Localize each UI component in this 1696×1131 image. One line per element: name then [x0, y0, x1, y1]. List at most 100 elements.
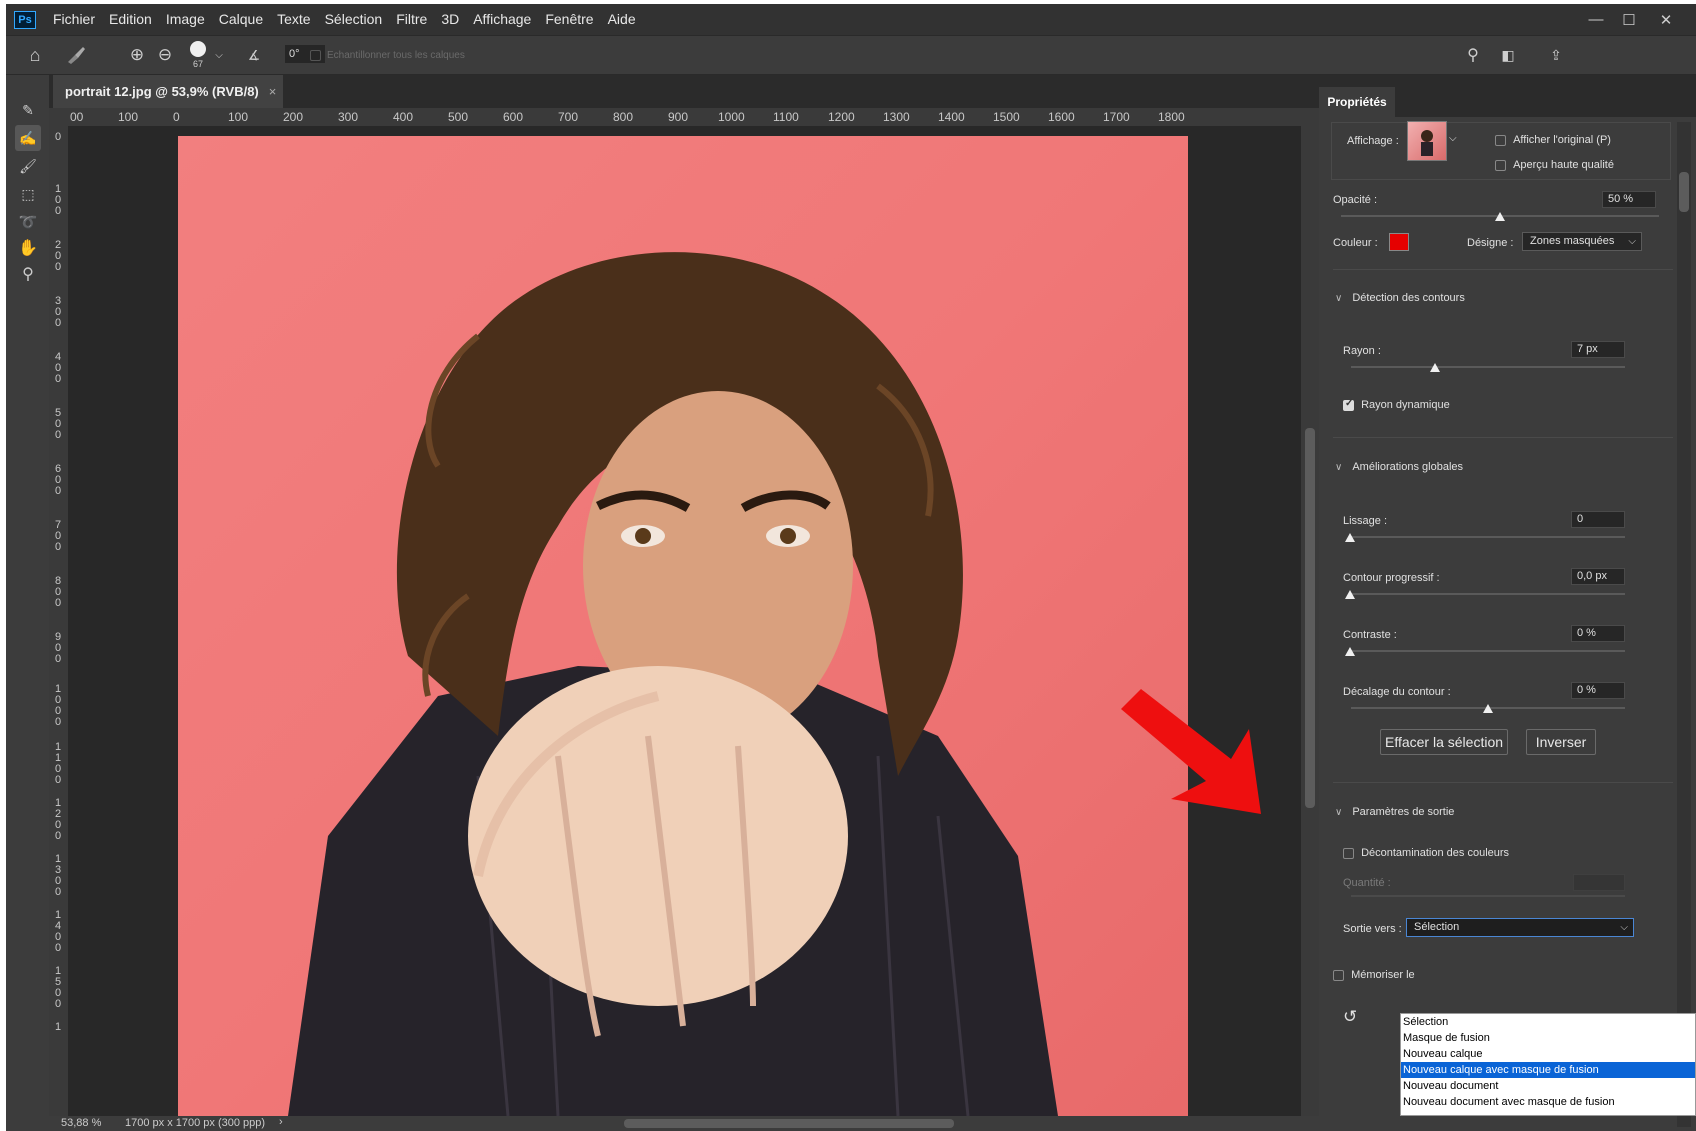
high-quality-checkbox[interactable] — [1495, 159, 1506, 171]
opacity-field[interactable]: 50 % — [1602, 191, 1656, 208]
lasso-tool-icon[interactable]: ➰ — [15, 209, 41, 235]
close-button[interactable]: ✕ — [1646, 4, 1686, 35]
dropdown-option-new-layer-with-mask[interactable]: Nouveau calque avec masque de fusion — [1401, 1062, 1695, 1078]
radius-slider[interactable] — [1351, 366, 1625, 368]
close-tab-icon[interactable]: × — [269, 84, 277, 99]
search-icon[interactable]: ⚲ — [1461, 36, 1485, 74]
radius-slider-thumb[interactable] — [1430, 363, 1440, 372]
object-selection-tool-icon[interactable]: ⬚ — [15, 181, 41, 207]
remember-settings-option[interactable]: Mémoriser le — [1333, 969, 1415, 981]
menu-edition[interactable]: Edition — [102, 4, 159, 35]
share-icon[interactable]: ⇪ — [1544, 36, 1568, 74]
hand-tool-icon[interactable]: ✋ — [15, 235, 41, 261]
panel-scrollbar[interactable] — [1677, 122, 1691, 1127]
dropdown-option-new-document-with-mask[interactable]: Nouveau document avec masque de fusion — [1401, 1094, 1695, 1110]
output-to-select[interactable]: Sélection ⌵ — [1406, 918, 1634, 937]
show-original-checkbox[interactable] — [1495, 134, 1506, 146]
ruler-label: 0 — [173, 110, 180, 124]
decontaminate-option[interactable]: Décontamination des couleurs — [1343, 847, 1509, 859]
menu-selection[interactable]: Sélection — [318, 4, 390, 35]
maximize-button[interactable]: ☐ — [1609, 4, 1649, 35]
output-settings-section[interactable]: ∨ Paramètres de sortie — [1335, 806, 1454, 818]
smart-radius-checkbox[interactable] — [1343, 398, 1354, 411]
angle-icon: ∡ — [247, 46, 261, 63]
document-tab[interactable]: portrait 12.jpg @ 53,9% (RVB/8) × — [53, 75, 283, 108]
sample-all-layers-checkbox[interactable] — [310, 49, 321, 61]
vertical-scrollbar-thumb[interactable] — [1305, 428, 1315, 808]
chevron-down-icon[interactable]: ⌵ — [1449, 133, 1457, 144]
refine-edge-brush-icon[interactable]: ✍ — [15, 125, 41, 151]
edge-detection-section[interactable]: ∨ Détection des contours — [1335, 292, 1465, 304]
dropdown-option-new-layer[interactable]: Nouveau calque — [1401, 1046, 1695, 1062]
contrast-slider[interactable] — [1351, 650, 1625, 652]
high-quality-option[interactable]: Aperçu haute qualité — [1495, 159, 1614, 171]
ruler-label: 1100 — [773, 110, 799, 124]
menu-image[interactable]: Image — [159, 4, 212, 35]
menu-filtre[interactable]: Filtre — [389, 4, 434, 35]
tab-properties[interactable]: Propriétés — [1319, 87, 1395, 117]
shift-edge-slider-thumb[interactable] — [1483, 704, 1493, 713]
chevron-right-icon[interactable]: › — [279, 1116, 283, 1128]
menu-calque[interactable]: Calque — [212, 4, 270, 35]
add-to-selection-icon[interactable]: ⊕ — [126, 36, 148, 74]
vertical-scrollbar[interactable] — [1301, 108, 1319, 1116]
menu-3d[interactable]: 3D — [434, 4, 466, 35]
opacity-slider-thumb[interactable] — [1495, 212, 1505, 221]
clear-selection-button[interactable]: Effacer la sélection — [1380, 729, 1508, 755]
smart-radius-option[interactable]: Rayon dynamique — [1343, 398, 1450, 411]
horizontal-scrollbar-thumb[interactable] — [624, 1119, 954, 1128]
zoom-tool-icon[interactable]: ⚲ — [15, 261, 41, 287]
dropdown-option-selection[interactable]: Sélection — [1401, 1014, 1695, 1030]
remember-settings-checkbox[interactable] — [1333, 969, 1344, 981]
smooth-slider-thumb[interactable] — [1345, 533, 1355, 542]
global-refinements-title: Améliorations globales — [1352, 461, 1463, 473]
shift-edge-field[interactable]: 0 % — [1571, 682, 1625, 699]
contrast-field[interactable]: 0 % — [1571, 625, 1625, 642]
feather-field[interactable]: 0,0 px — [1571, 568, 1625, 585]
reset-icon[interactable]: ↺ — [1343, 1007, 1357, 1027]
status-bar: 53,88 % 1700 px x 1700 px (300 ppp) › — [49, 1116, 1319, 1131]
panel-scrollbar-thumb[interactable] — [1679, 172, 1689, 212]
decontaminate-checkbox[interactable] — [1343, 847, 1354, 859]
dropdown-option-new-document[interactable]: Nouveau document — [1401, 1078, 1695, 1094]
dropdown-option-layer-mask[interactable]: Masque de fusion — [1401, 1030, 1695, 1046]
show-original-option[interactable]: Afficher l'original (P) — [1495, 134, 1611, 146]
designate-select[interactable]: Zones masquées ⌵ — [1522, 232, 1642, 251]
brush-preset-icon[interactable] — [62, 36, 90, 74]
feather-slider-thumb[interactable] — [1345, 590, 1355, 599]
menu-fichier[interactable]: Fichier — [46, 4, 102, 35]
canvas-area[interactable] — [68, 126, 1301, 1116]
chevron-down-icon[interactable]: ⌵ — [212, 36, 226, 74]
smooth-field[interactable]: 0 — [1571, 511, 1625, 528]
ruler-label: 300 — [338, 110, 359, 124]
feather-slider[interactable] — [1351, 593, 1625, 595]
menu-affichage[interactable]: Affichage — [466, 4, 538, 35]
brush-tool-icon[interactable]: 🖌 — [15, 153, 41, 179]
view-mode-thumbnail[interactable] — [1407, 121, 1447, 161]
menu-texte[interactable]: Texte — [270, 4, 317, 35]
contrast-slider-thumb[interactable] — [1345, 647, 1355, 656]
workspace-icon[interactable]: ◧ — [1494, 36, 1522, 74]
menu-aide[interactable]: Aide — [601, 4, 643, 35]
designate-value: Zones masquées — [1530, 235, 1615, 247]
ruler-label: 1100 — [54, 741, 62, 786]
photoshop-logo: Ps — [14, 10, 36, 29]
quick-selection-tool-icon[interactable]: ✎ — [15, 97, 41, 123]
options-bar: ⌂ ⊕ ⊖ 67 ⌵ ∡ 0° Echantillonner tous les … — [6, 35, 1696, 75]
menu-fenetre[interactable]: Fenêtre — [538, 4, 600, 35]
global-refinements-section[interactable]: ∨ Améliorations globales — [1335, 461, 1463, 473]
zoom-level[interactable]: 53,88 % — [61, 1117, 101, 1129]
ruler-label: 1700 — [1103, 110, 1130, 124]
radius-field[interactable]: 7 px — [1571, 341, 1625, 358]
overlay-color-swatch[interactable] — [1389, 233, 1409, 251]
shift-edge-label: Décalage du contour : — [1343, 686, 1451, 698]
ruler-label: 1300 — [883, 110, 910, 124]
remember-settings-label: Mémoriser le — [1351, 969, 1415, 981]
home-icon[interactable]: ⌂ — [22, 36, 48, 74]
amount-label: Quantité : — [1343, 877, 1391, 889]
smooth-slider[interactable] — [1351, 536, 1625, 538]
subtract-from-selection-icon[interactable]: ⊖ — [154, 36, 176, 74]
invert-button[interactable]: Inverser — [1526, 729, 1596, 755]
output-settings-title: Paramètres de sortie — [1352, 806, 1455, 818]
color-label: Couleur : — [1333, 237, 1378, 249]
